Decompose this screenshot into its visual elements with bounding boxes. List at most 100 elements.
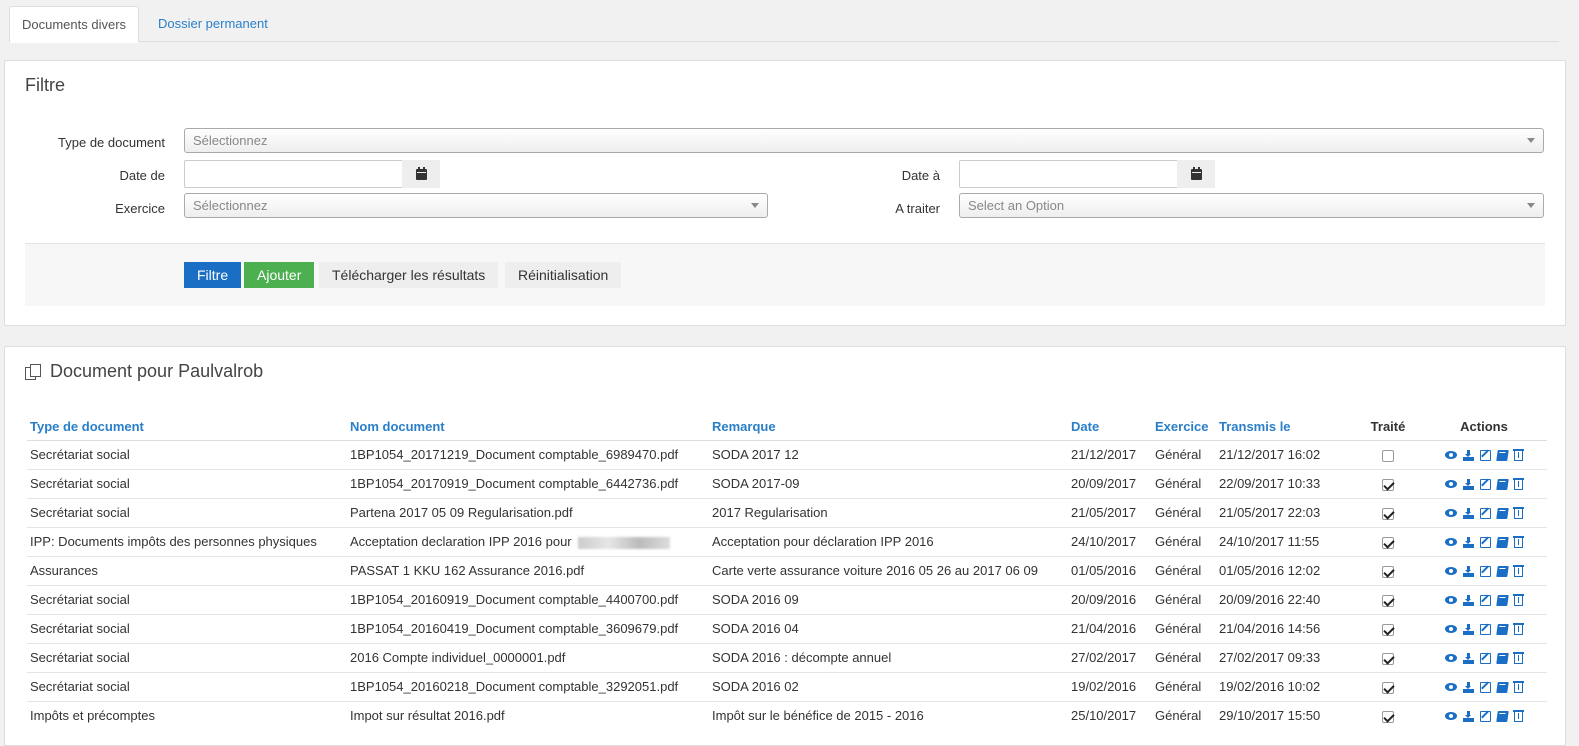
book-icon[interactable] <box>1496 652 1509 664</box>
book-icon[interactable] <box>1496 710 1509 722</box>
trash-icon[interactable] <box>1513 623 1524 635</box>
cell-remark: Acceptation pour déclaration IPP 2016 <box>709 526 1068 556</box>
documents-title-text: Document pour Paulvalrob <box>50 361 264 381</box>
document-name: Acceptation declaration IPP 2016 pour <box>350 534 572 549</box>
column-header-remark[interactable]: Remarque <box>709 413 1068 441</box>
cell-done <box>1355 671 1421 701</box>
book-icon[interactable] <box>1496 565 1509 577</box>
done-checkbox[interactable] <box>1382 478 1394 491</box>
tab-dossier-permanent[interactable]: Dossier permanent <box>146 6 280 42</box>
done-checkbox[interactable] <box>1382 710 1394 723</box>
trash-icon[interactable] <box>1513 478 1524 490</box>
done-checkbox[interactable] <box>1382 652 1394 665</box>
done-checkbox[interactable] <box>1382 507 1394 520</box>
a-traiter-select[interactable]: Select an Option <box>959 193 1544 218</box>
date-to-input[interactable] <box>959 160 1178 188</box>
date-from-calendar-button[interactable] <box>402 160 440 188</box>
book-icon[interactable] <box>1496 449 1509 461</box>
cell-actions <box>1421 642 1547 672</box>
download-icon[interactable] <box>1463 594 1474 606</box>
edit-icon[interactable] <box>1480 565 1491 577</box>
edit-icon[interactable] <box>1480 652 1491 664</box>
trash-icon[interactable] <box>1513 652 1524 664</box>
column-header-sent[interactable]: Transmis le <box>1216 413 1355 441</box>
eye-icon[interactable] <box>1445 654 1457 662</box>
done-checkbox[interactable] <box>1382 565 1394 578</box>
book-icon[interactable] <box>1496 594 1509 606</box>
redacted-text <box>577 536 670 549</box>
download-icon[interactable] <box>1463 565 1474 577</box>
chevron-down-icon <box>751 203 759 208</box>
filter-button[interactable]: Filtre <box>184 262 242 288</box>
edit-icon[interactable] <box>1480 478 1491 490</box>
add-button[interactable]: Ajouter <box>244 262 315 288</box>
download-icon[interactable] <box>1463 681 1474 693</box>
download-icon[interactable] <box>1463 449 1474 461</box>
eye-icon[interactable] <box>1445 596 1457 604</box>
download-icon[interactable] <box>1463 652 1474 664</box>
book-icon[interactable] <box>1496 507 1509 519</box>
edit-icon[interactable] <box>1480 449 1491 461</box>
eye-icon[interactable] <box>1445 538 1457 546</box>
cell-actions <box>1421 671 1547 701</box>
cell-sent: 21/12/2017 16:02 <box>1216 439 1355 469</box>
edit-icon[interactable] <box>1480 507 1491 519</box>
edit-icon[interactable] <box>1480 710 1491 722</box>
done-checkbox[interactable] <box>1382 536 1394 549</box>
book-icon[interactable] <box>1496 623 1509 635</box>
chevron-down-icon <box>1527 138 1535 143</box>
trash-icon[interactable] <box>1513 594 1524 606</box>
download-results-button[interactable]: Télécharger les résultats <box>319 262 499 288</box>
trash-icon[interactable] <box>1513 710 1524 723</box>
exercice-select[interactable]: Sélectionnez <box>184 193 768 218</box>
download-icon[interactable] <box>1463 710 1474 722</box>
cell-exercice: Général <box>1152 497 1216 527</box>
edit-icon[interactable] <box>1480 594 1491 606</box>
tab-documents-divers[interactable]: Documents divers <box>9 6 140 43</box>
trash-icon[interactable] <box>1513 507 1524 519</box>
done-checkbox[interactable] <box>1382 623 1394 636</box>
date-from-input[interactable] <box>184 160 403 188</box>
trash-icon[interactable] <box>1513 449 1524 461</box>
cell-exercice: Général <box>1152 555 1216 585</box>
type-document-select[interactable]: Sélectionnez <box>184 128 1544 153</box>
edit-icon[interactable] <box>1480 623 1491 635</box>
column-header-name[interactable]: Nom document <box>347 413 709 441</box>
eye-icon[interactable] <box>1445 625 1457 633</box>
cell-date: 21/05/2017 <box>1068 497 1152 527</box>
eye-icon[interactable] <box>1445 509 1457 517</box>
eye-icon[interactable] <box>1445 480 1457 488</box>
edit-icon[interactable] <box>1480 536 1491 548</box>
table-row: IPP: Documents impôts des personnes phys… <box>27 526 1547 556</box>
edit-icon[interactable] <box>1480 681 1491 693</box>
book-icon[interactable] <box>1496 681 1509 693</box>
trash-icon[interactable] <box>1513 681 1524 693</box>
eye-icon[interactable] <box>1445 712 1457 721</box>
row-actions <box>1445 449 1524 461</box>
cell-date: 19/02/2016 <box>1068 671 1152 701</box>
download-icon[interactable] <box>1463 623 1474 635</box>
trash-icon[interactable] <box>1513 565 1524 577</box>
column-header-exercice[interactable]: Exercice <box>1152 413 1216 441</box>
eye-icon[interactable] <box>1445 683 1457 691</box>
reset-button[interactable]: Réinitialisation <box>505 262 622 288</box>
book-icon[interactable] <box>1496 478 1509 490</box>
done-checkbox[interactable] <box>1382 449 1394 462</box>
document-name: 1BP1054_20160218_Document comptable_3292… <box>350 679 679 694</box>
eye-icon[interactable] <box>1445 567 1457 575</box>
done-checkbox[interactable] <box>1382 681 1394 694</box>
cell-remark: Impôt sur le bénéfice de 2015 - 2016 <box>709 700 1068 730</box>
download-icon[interactable] <box>1463 536 1474 548</box>
download-icon[interactable] <box>1463 478 1474 490</box>
column-header-date[interactable]: Date <box>1068 413 1152 441</box>
column-header-actions: Actions <box>1421 413 1547 441</box>
book-icon[interactable] <box>1496 536 1509 548</box>
cell-date: 21/04/2016 <box>1068 613 1152 643</box>
trash-icon[interactable] <box>1513 536 1524 548</box>
done-checkbox[interactable] <box>1382 594 1394 607</box>
date-to-calendar-button[interactable] <box>1177 160 1215 188</box>
column-header-type[interactable]: Type de document <box>27 413 347 441</box>
document-name: PASSAT 1 KKU 162 Assurance 2016.pdf <box>350 563 585 578</box>
eye-icon[interactable] <box>1445 451 1457 459</box>
download-icon[interactable] <box>1463 507 1474 519</box>
